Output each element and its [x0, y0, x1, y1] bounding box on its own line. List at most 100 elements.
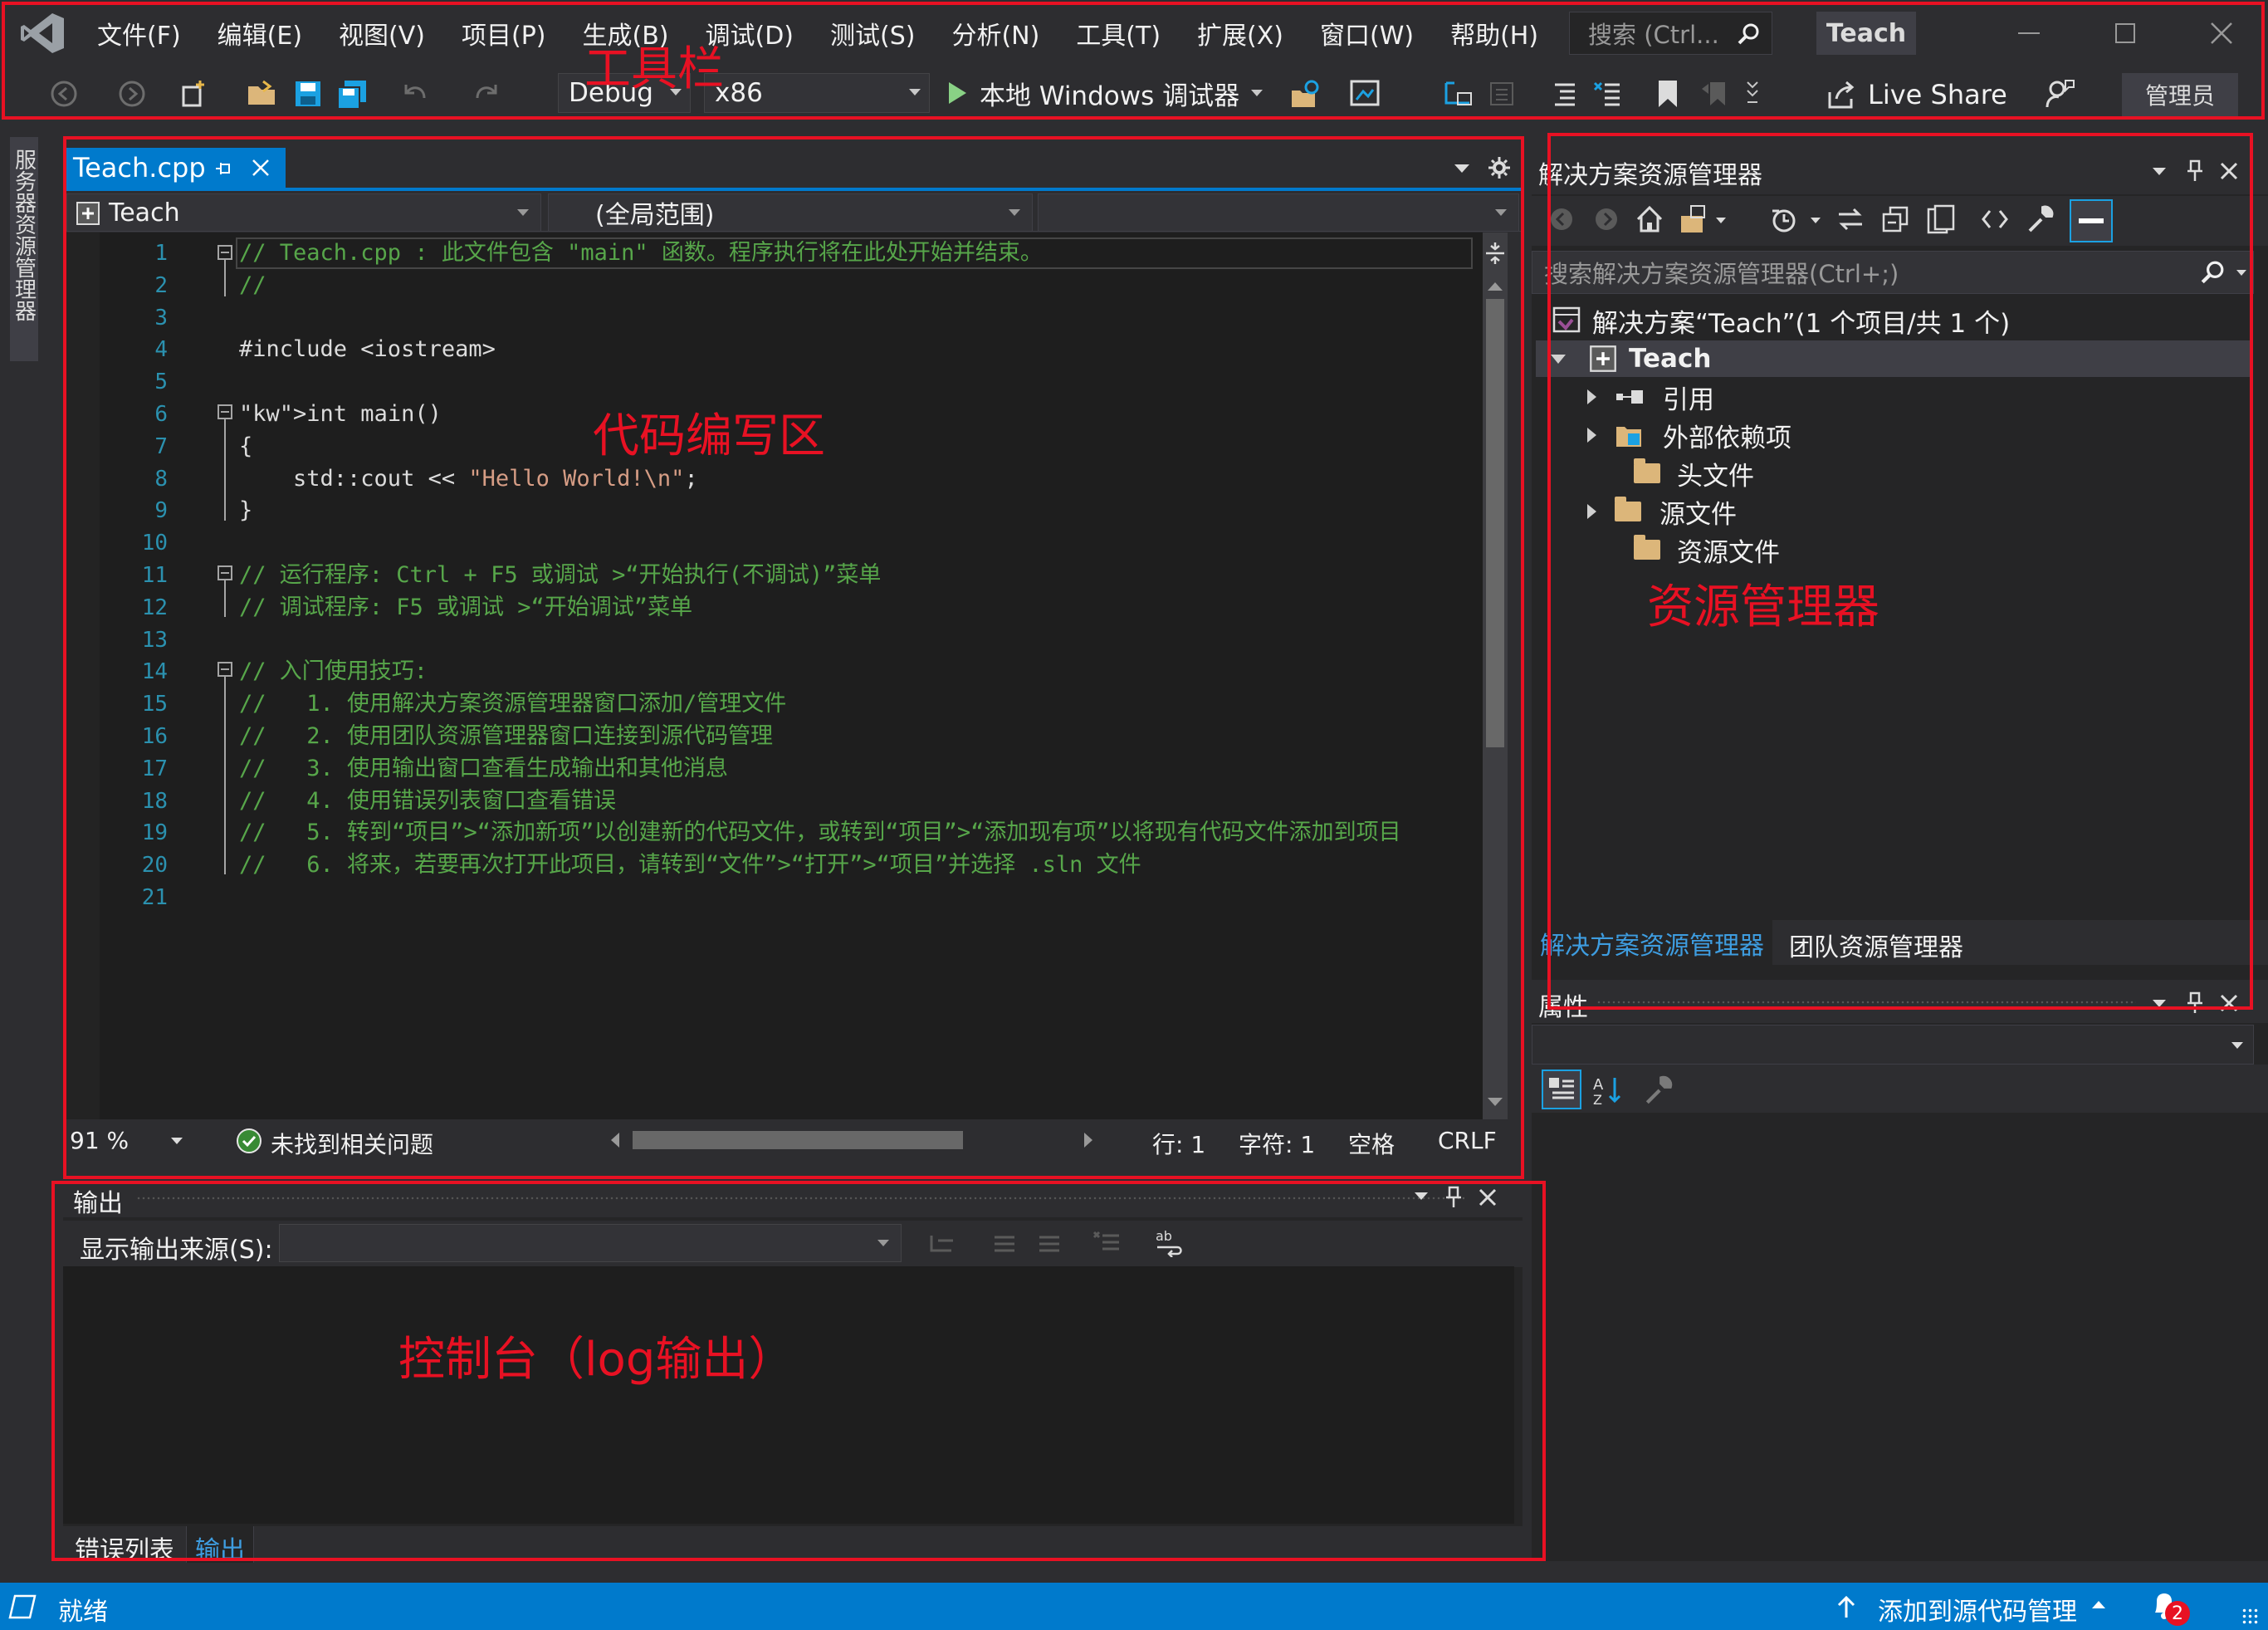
alphabetical-icon[interactable]: AZ — [1591, 1074, 1625, 1106]
pin-icon[interactable] — [214, 159, 232, 178]
fold-toggle[interactable] — [218, 404, 232, 419]
switch-views-icon[interactable] — [1678, 204, 1711, 234]
fold-toggle[interactable] — [218, 662, 232, 677]
chevron-up-icon[interactable] — [2092, 1601, 2105, 1608]
tab-team-explorer[interactable]: 团队资源管理器 — [1789, 927, 1963, 963]
save-icon[interactable] — [291, 76, 325, 111]
feedback-icon[interactable] — [2042, 76, 2077, 111]
home-icon[interactable] — [1635, 204, 1664, 234]
scroll-left-icon[interactable] — [611, 1133, 619, 1148]
line-ending[interactable]: CRLF — [1438, 1127, 1497, 1154]
output-source-select[interactable] — [279, 1224, 902, 1262]
scroll-right-icon[interactable] — [1084, 1133, 1092, 1148]
pin-icon[interactable] — [2186, 159, 2204, 183]
redo-icon[interactable] — [470, 76, 505, 111]
scroll-up-icon[interactable] — [1488, 282, 1503, 291]
tab-solution-explorer[interactable]: 解决方案资源管理器 — [1532, 920, 1772, 965]
find-in-files-icon[interactable] — [1288, 76, 1323, 111]
server-explorer-tab[interactable]: 服务器资源管理器 — [10, 137, 38, 361]
open-folder-icon[interactable] — [245, 76, 280, 111]
properties-wrench-icon[interactable] — [2025, 204, 2055, 234]
zoom-level[interactable]: 91 % — [70, 1127, 129, 1154]
expand-arrow-icon[interactable] — [1587, 504, 1596, 519]
indent-mode[interactable]: 空格 — [1348, 1127, 1395, 1160]
horizontal-scrollbar-thumb[interactable] — [633, 1131, 963, 1149]
tab-output[interactable]: 输出 — [186, 1526, 254, 1565]
menu-file[interactable]: 文件(F) — [79, 0, 199, 66]
close-tab-icon[interactable] — [251, 158, 271, 178]
settings-gear-icon[interactable] — [1488, 156, 1511, 179]
next-message-icon[interactable] — [1034, 1229, 1064, 1257]
menu-help[interactable]: 帮助(H) — [1432, 0, 1557, 66]
overflow-icon[interactable] — [1735, 76, 1770, 111]
split-editor-icon[interactable] — [1484, 241, 1506, 266]
output-text-area[interactable] — [63, 1266, 1514, 1524]
close-window-icon[interactable] — [2203, 17, 2240, 50]
menu-window[interactable]: 窗口(W) — [1302, 0, 1432, 66]
collapse-arrow-icon[interactable] — [1551, 354, 1566, 364]
chevron-down-icon[interactable] — [2236, 270, 2246, 276]
pin-icon[interactable] — [2186, 991, 2204, 1015]
preview-selected-button[interactable] — [2070, 199, 2113, 242]
platform-select[interactable]: x86 — [704, 73, 930, 113]
menu-edit[interactable]: 编辑(E) — [199, 0, 320, 66]
minimize-icon[interactable] — [2011, 17, 2047, 50]
fold-toggle[interactable] — [218, 245, 232, 260]
menu-tools[interactable]: 工具(T) — [1058, 0, 1179, 66]
view-code-icon[interactable] — [1980, 206, 2010, 233]
scrollbar-thumb[interactable] — [1486, 299, 1504, 747]
tree-node-source-files[interactable]: 源文件 — [1587, 493, 1737, 530]
scope-dropdown[interactable]: (全局范围) — [548, 193, 1033, 232]
tree-node-resource-files[interactable]: 资源文件 — [1634, 531, 1780, 568]
panel-menu-icon[interactable] — [2153, 1000, 2166, 1007]
menu-view[interactable]: 视图(V) — [320, 0, 443, 66]
sync-icon[interactable] — [1835, 204, 1865, 234]
chevron-down-icon[interactable] — [171, 1138, 183, 1144]
panel-menu-icon[interactable] — [2153, 168, 2166, 175]
close-icon[interactable] — [2219, 993, 2239, 1013]
property-pages-wrench-icon[interactable] — [1641, 1074, 1674, 1106]
issues-status[interactable]: 未找到相关问题 — [271, 1127, 433, 1160]
clear-all-icon[interactable] — [1092, 1229, 1122, 1257]
tree-node-external-deps[interactable]: 外部依赖项 — [1587, 417, 1791, 453]
panel-menu-icon[interactable] — [1415, 1192, 1428, 1200]
chevron-down-icon[interactable] — [1811, 218, 1821, 223]
close-icon[interactable] — [1478, 1187, 1498, 1207]
tree-solution[interactable]: 解决方案“Teach”(1 个项目/共 1 个) — [1552, 302, 2010, 339]
search-input[interactable]: 搜索 (Ctrl... — [1569, 12, 1772, 55]
new-item-icon[interactable] — [176, 76, 211, 111]
tab-error-list[interactable]: 错误列表 — [75, 1530, 174, 1566]
menu-project[interactable]: 项目(P) — [443, 0, 565, 66]
resize-grip[interactable] — [2241, 1608, 2260, 1626]
start-debugging-button[interactable]: 本地 Windows 调试器 — [946, 73, 1264, 113]
find-message-icon[interactable] — [928, 1229, 958, 1257]
tab-teach-cpp[interactable]: Teach.cpp — [63, 148, 286, 188]
prev-bookmark-icon[interactable] — [1697, 76, 1732, 111]
menu-analyze[interactable]: 分析(N) — [933, 0, 1058, 66]
back-icon[interactable] — [1548, 206, 1575, 233]
close-icon[interactable] — [2219, 161, 2239, 181]
pending-changes-icon[interactable] — [1769, 204, 1799, 234]
step-over-icon[interactable] — [1486, 76, 1521, 111]
categorized-button[interactable] — [1542, 1070, 1581, 1109]
word-wrap-icon[interactable]: ab — [1154, 1227, 1185, 1257]
live-share-button[interactable]: Live Share — [1826, 76, 2007, 113]
forward-icon[interactable] — [115, 76, 149, 111]
menu-test[interactable]: 测试(S) — [812, 0, 933, 66]
screenshot-icon[interactable] — [1348, 76, 1383, 111]
step-into-icon[interactable] — [1441, 76, 1476, 111]
forward-icon[interactable] — [1593, 206, 1620, 233]
solution-search-input[interactable]: 搜索解决方案资源管理器(Ctrl+;) — [1532, 251, 2254, 294]
properties-object-select[interactable] — [1532, 1025, 2254, 1065]
show-all-files-icon[interactable] — [1925, 204, 1955, 234]
collapse-all-icon[interactable] — [1880, 204, 1910, 234]
scroll-down-icon[interactable] — [1488, 1098, 1503, 1106]
pin-icon[interactable] — [1444, 1186, 1463, 1209]
add-to-source-control[interactable]: 添加到源代码管理 — [1878, 1591, 2077, 1628]
member-dropdown[interactable] — [1038, 193, 1519, 232]
back-icon[interactable] — [46, 76, 81, 111]
uncomment-lines-icon[interactable] — [1591, 76, 1625, 111]
chevron-down-icon[interactable] — [1716, 218, 1726, 223]
save-all-icon[interactable] — [335, 76, 370, 111]
tab-overflow-icon[interactable] — [1454, 164, 1469, 173]
